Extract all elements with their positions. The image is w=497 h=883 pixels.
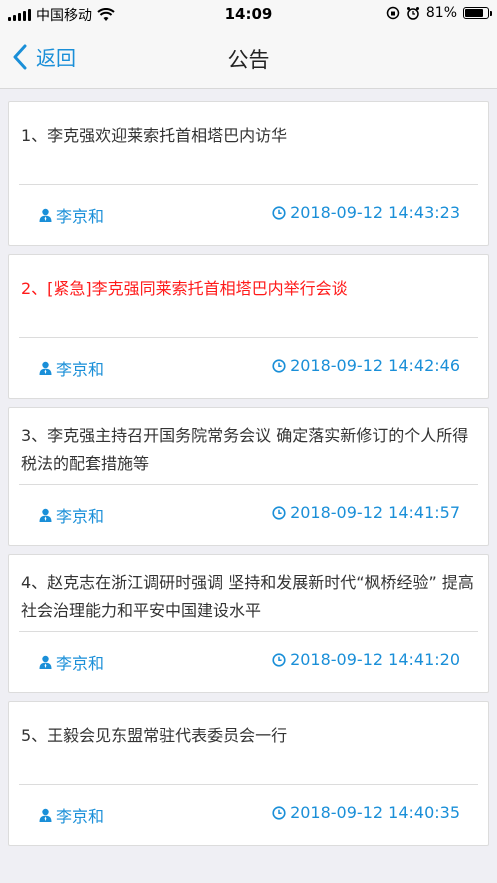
timestamp: 2018-09-12 14:43:23 <box>272 203 460 222</box>
author: 李京和 <box>39 803 104 827</box>
clock-icon <box>272 358 286 373</box>
clock-icon <box>272 652 286 667</box>
author-name: 李京和 <box>56 207 105 226</box>
author-name: 李京和 <box>56 654 105 673</box>
announcement-title: 3、李克强主持召开国务院常务会议 确定落实新修订的个人所得税法的配套措施等 <box>21 426 469 473</box>
timestamp: 2018-09-12 14:41:57 <box>272 503 460 522</box>
clock-icon <box>272 505 286 520</box>
announcement-title: 2、[紧急]李克强同莱索托首相塔巴内举行会谈 <box>21 279 348 298</box>
timestamp: 2018-09-12 14:41:20 <box>272 650 460 669</box>
status-right: 81% <box>386 5 492 21</box>
announcement-card[interactable]: 3、李克强主持召开国务院常务会议 确定落实新修订的个人所得税法的配套措施等 李京… <box>8 407 489 546</box>
clock-icon <box>272 805 286 820</box>
timestamp: 2018-09-12 14:40:35 <box>272 803 460 822</box>
author: 李京和 <box>39 203 104 227</box>
announcement-card[interactable]: 1、李克强欢迎莱索托首相塔巴内访华 李京和 2018-09-12 14:43:2… <box>8 101 489 246</box>
page-title: 公告 <box>227 48 270 72</box>
timestamp-text: 2018-09-12 14:42:46 <box>290 356 460 375</box>
user-icon <box>39 808 52 822</box>
author: 李京和 <box>39 650 104 674</box>
alarm-icon <box>406 7 419 20</box>
status-bar: 中国移动 14:09 81% <box>0 0 497 28</box>
timestamp-text: 2018-09-12 14:41:57 <box>290 503 460 522</box>
battery-fill <box>465 9 483 17</box>
announcement-meta: 李京和 2018-09-12 14:42:46 <box>9 338 488 398</box>
battery-percent: 81% <box>425 5 457 21</box>
user-icon <box>39 655 52 669</box>
nav-bar: 返回 公告 <box>0 28 497 89</box>
announcement-meta: 李京和 2018-09-12 14:41:57 <box>9 485 488 545</box>
author-name: 李京和 <box>56 807 105 826</box>
announcement-title: 5、王毅会见东盟常驻代表委员会一行 <box>21 726 288 745</box>
author-name: 李京和 <box>56 360 105 379</box>
announcement-meta: 李京和 2018-09-12 14:41:20 <box>9 632 488 692</box>
announcement-list: 1、李克强欢迎莱索托首相塔巴内访华 李京和 2018-09-12 14:43:2… <box>8 101 489 854</box>
battery-icon <box>463 7 492 19</box>
announcement-card[interactable]: 5、王毅会见东盟常驻代表委员会一行 李京和 2018-09-12 14:40:3… <box>8 701 489 846</box>
timestamp-text: 2018-09-12 14:41:20 <box>290 650 460 669</box>
author: 李京和 <box>39 356 104 380</box>
announcement-title: 4、赵克志在浙江调研时强调 坚持和发展新时代“枫桥经验” 提高社会治理能力和平安… <box>21 573 474 620</box>
announcement-card[interactable]: 4、赵克志在浙江调研时强调 坚持和发展新时代“枫桥经验” 提高社会治理能力和平安… <box>8 554 489 693</box>
clock-icon <box>272 205 286 220</box>
announcement-meta: 李京和 2018-09-12 14:43:23 <box>9 185 488 245</box>
announcement-meta: 李京和 2018-09-12 14:40:35 <box>9 785 488 845</box>
author-name: 李京和 <box>56 507 105 526</box>
rotation-lock-icon <box>386 6 400 20</box>
timestamp-text: 2018-09-12 14:43:23 <box>290 203 460 222</box>
author: 李京和 <box>39 503 104 527</box>
user-icon <box>39 508 52 522</box>
user-icon <box>39 361 52 375</box>
announcement-title: 1、李克强欢迎莱索托首相塔巴内访华 <box>21 126 288 145</box>
announcement-card[interactable]: 2、[紧急]李克强同莱索托首相塔巴内举行会谈 李京和 2018-09-12 14… <box>8 254 489 399</box>
user-icon <box>39 208 52 222</box>
timestamp: 2018-09-12 14:42:46 <box>272 356 460 375</box>
timestamp-text: 2018-09-12 14:40:35 <box>290 803 460 822</box>
